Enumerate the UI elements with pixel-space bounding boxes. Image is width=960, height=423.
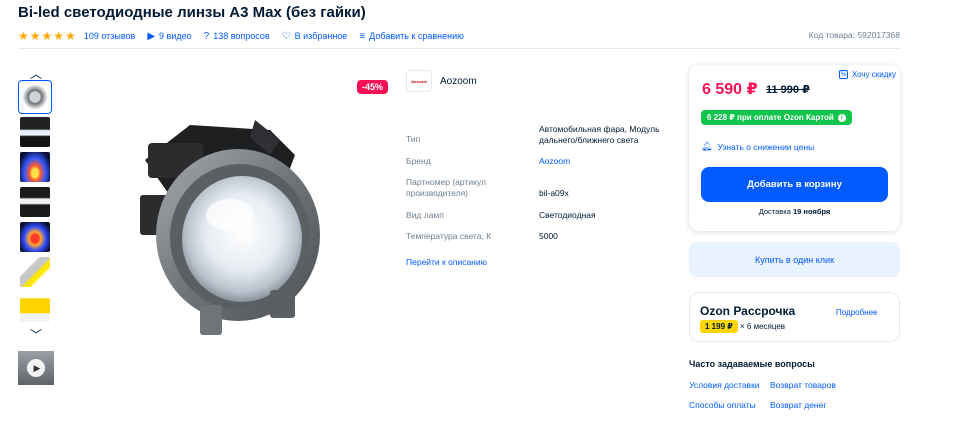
videos-link[interactable]: ▶ 9 видео — [147, 31, 191, 42]
product-title: Bi-led светодиодные линзы A3 Max (без га… — [18, 4, 366, 21]
spec-value: 5000 — [539, 231, 558, 241]
purchase-card: 6 590 ₽ 11 990 ₽ % Хочу скидку 6 228 ₽ п… — [689, 65, 900, 231]
rating-stars[interactable]: ★ ★ ★ ★ ★ — [18, 30, 76, 42]
product-meta-bar: ★ ★ ★ ★ ★ 109 отзывов ▶ 9 видео ? 138 во… — [18, 29, 476, 43]
thumbnail[interactable] — [18, 80, 52, 114]
info-icon: i — [837, 113, 846, 122]
thumbnail[interactable] — [20, 292, 50, 322]
installment-block[interactable]: Ozon Рассрочка Подробнее 1 199 ₽ × 6 мес… — [689, 292, 900, 342]
favorites-label: В избранное — [294, 31, 348, 41]
thumbnail[interactable] — [20, 257, 50, 287]
spec-value: bil-a09x — [539, 188, 569, 198]
faq-link-payment[interactable]: Способы оплаты — [689, 400, 756, 410]
price-drop-notify-link[interactable]: 🔔︎ Узнать о снижении цены — [701, 141, 814, 152]
brand-logo: Aozoom — [406, 70, 432, 92]
installment-title: Ozon Рассрочка — [700, 304, 796, 318]
spec-key: Бренд — [406, 156, 431, 166]
question-icon: ? — [203, 30, 210, 42]
chevron-up-icon[interactable]: ︿ — [18, 66, 54, 81]
spec-value: Светодиодная — [539, 210, 596, 220]
delivery-date: 19 ноября — [793, 207, 831, 216]
product-image[interactable] — [120, 115, 325, 345]
divider — [18, 48, 901, 49]
brand-link[interactable]: Aozoom — [539, 156, 669, 167]
reviews-link[interactable]: 109 отзывов — [84, 31, 136, 41]
star-icon: ★ — [18, 29, 29, 43]
add-to-cart-button[interactable]: Добавить в корзину — [701, 167, 888, 202]
favorites-button[interactable]: ♡ В избранное — [282, 31, 348, 42]
delivery-prefix: Доставка — [758, 207, 791, 216]
chat-icon: % — [838, 70, 848, 79]
brand-name: Aozoom — [440, 75, 477, 87]
old-price: 11 990 ₽ — [766, 84, 810, 96]
want-discount-label: Хочу скидку — [851, 70, 896, 79]
star-icon: ★ — [53, 29, 65, 43]
compare-label: Добавить к сравнению — [369, 31, 464, 41]
faq-link-delivery[interactable]: Условия доставки — [689, 380, 760, 390]
questions-link[interactable]: ? 138 вопросов — [204, 31, 270, 42]
ozon-card-price-label: 6 228 ₽ при оплате Ozon Картой — [707, 113, 834, 122]
spec-key: Партномер (артикул производителя) — [406, 177, 486, 198]
star-icon: ★ — [41, 29, 53, 43]
compare-icon: ≡ — [359, 30, 366, 42]
chevron-down-icon[interactable]: ﹀ — [18, 327, 54, 342]
faq-link-returns[interactable]: Возврат товаров — [770, 380, 836, 390]
discount-badge: -45% — [357, 80, 389, 94]
spec-key: Вид ламп — [406, 210, 444, 220]
price-drop-notify-label: Узнать о снижении цены — [717, 141, 815, 152]
video-thumbnail[interactable]: ▶ — [18, 351, 54, 385]
thumbnail[interactable] — [20, 152, 50, 182]
questions-label: 138 вопросов — [213, 31, 270, 41]
spec-value: Автомобильная фара, Модуль дальнего/ближ… — [539, 124, 660, 145]
thumbnail[interactable] — [20, 187, 50, 217]
installment-more-link[interactable]: Подробнее — [836, 308, 878, 317]
brand-block[interactable]: Aozoom Aozoom — [406, 70, 477, 92]
star-icon: ★ — [29, 29, 41, 43]
installment-months: × 6 месяцев — [740, 322, 786, 331]
bell-icon: 🔔︎ — [701, 141, 713, 151]
ozon-card-price-badge[interactable]: 6 228 ₽ при оплате Ozon Картой i — [701, 110, 852, 125]
delivery-info: Доставка 19 ноября — [689, 207, 900, 216]
installment-amount: 1 199 ₽ — [700, 320, 738, 333]
play-icon: ▶ — [27, 359, 45, 377]
spec-key: Тип — [406, 134, 421, 144]
product-code: Код товара: 592017368 — [808, 30, 900, 40]
go-to-description-link[interactable]: Перейти к описанию — [406, 257, 487, 267]
faq-link-refund[interactable]: Возврат денег — [770, 400, 826, 410]
star-icon: ★ — [65, 29, 76, 43]
heart-icon: ♡ — [281, 30, 291, 42]
want-discount-link[interactable]: % Хочу скидку — [838, 70, 896, 79]
current-price: 6 590 ₽ — [702, 81, 758, 98]
reviews-label: 109 отзывов — [83, 31, 136, 41]
compare-button[interactable]: ≡ Добавить к сравнению — [359, 31, 464, 42]
thumbnail[interactable] — [20, 117, 50, 147]
thumbnail[interactable] — [20, 222, 50, 252]
gallery-thumbnails: ︿ ﹀ ▶ — [18, 66, 54, 385]
video-icon: ▶ — [147, 30, 156, 42]
spec-key: Температура света, К — [406, 231, 492, 241]
buy-one-click-button[interactable]: Купить в один клик — [689, 242, 900, 277]
faq-title: Часто задаваемые вопросы — [689, 359, 815, 369]
videos-label: 9 видео — [159, 31, 192, 41]
